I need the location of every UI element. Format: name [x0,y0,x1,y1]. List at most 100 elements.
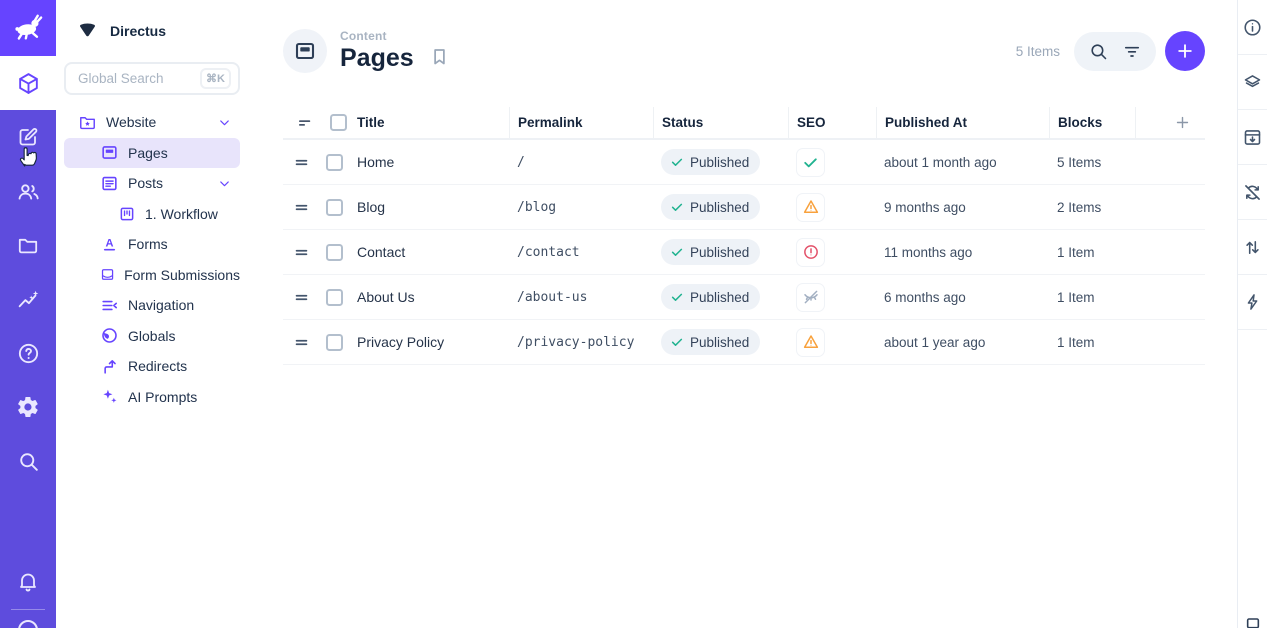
sidebar-layers-button[interactable] [1238,55,1267,110]
module-help[interactable] [0,326,56,380]
nav-item-pages[interactable]: Pages [64,138,240,169]
drag-handle[interactable] [283,334,319,351]
sidebar-archive-button[interactable] [1238,110,1267,165]
inbox-icon [100,265,115,284]
row-checkbox[interactable] [326,334,343,351]
cell-seo [788,148,876,177]
directus-rabbit-icon [11,11,45,45]
sidebar-toggle-peek-icon[interactable] [1245,615,1261,628]
nav-item-globals[interactable]: Globals [64,321,240,352]
navigation-panel: Directus ⌘K Website [56,0,248,628]
nav-item-label: Pages [128,145,168,161]
cell-title: Home [349,154,509,170]
bookmark-button[interactable] [429,46,450,72]
chevron-down-icon[interactable] [217,176,232,191]
module-collections[interactable] [0,56,56,110]
select-all-checkbox[interactable] [330,114,347,131]
chevron-down-icon[interactable] [217,115,232,130]
sort-column-header[interactable] [283,107,319,138]
status-badge: Published [661,149,760,175]
plus-icon [1174,114,1191,131]
status-badge: Published [661,284,760,310]
module-files[interactable] [0,218,56,272]
cell-published-at: 6 months ago [876,290,1049,305]
module-settings[interactable] [0,380,56,434]
sidebar-flows-button[interactable] [1238,275,1267,330]
table-row[interactable]: Privacy Policy /privacy-policy Published… [283,320,1205,365]
sidebar-info-button[interactable] [1238,0,1267,55]
nav-item-forms[interactable]: A Forms [64,229,240,260]
seo-warning-icon[interactable] [796,193,825,222]
column-header-status[interactable]: Status [653,107,788,138]
module-users[interactable] [0,164,56,218]
cell-status: Published [653,149,788,175]
nav-item-navigation[interactable]: Navigation [64,290,240,321]
nav-item-ai-prompts[interactable]: AI Prompts [64,382,240,413]
bell-icon [16,569,40,593]
sidebar-import-export-button[interactable] [1238,220,1267,275]
bolt-icon [1243,292,1263,312]
check-icon [670,245,684,259]
status-label: Published [690,290,749,305]
right-sidebar [1237,0,1267,628]
column-header-title[interactable]: Title [349,107,509,138]
filter-button[interactable] [1122,41,1142,61]
project-header[interactable]: Directus [56,0,248,52]
sparkles-icon [100,387,119,406]
add-column-button[interactable] [1135,107,1205,138]
seo-warning-icon[interactable] [796,328,825,357]
drag-handle[interactable] [283,289,319,306]
page-header: Content Pages 5 Items [283,0,1237,73]
globe-icon [100,326,119,345]
seo-check-icon[interactable] [796,148,825,177]
nav-item-redirects[interactable]: Redirects [64,351,240,382]
module-search[interactable] [0,434,56,488]
global-search[interactable]: ⌘K [64,62,240,95]
column-header-seo[interactable]: SEO [788,107,876,138]
cell-published-at: 9 months ago [876,200,1049,215]
column-header-permalink[interactable]: Permalink [509,107,653,138]
folder-star-icon [78,113,97,132]
row-checkbox[interactable] [326,154,343,171]
notifications-button[interactable] [0,557,56,605]
nav-item-label: Navigation [128,297,194,313]
sidebar-sync-disabled-button[interactable] [1238,165,1267,220]
gear-icon [16,395,40,419]
drag-handle[interactable] [283,154,319,171]
module-insights[interactable] [0,272,56,326]
drag-handle-icon [293,289,310,306]
table-row[interactable]: Contact /contact Published 11 months ago… [283,230,1205,275]
sync-disabled-icon [1242,182,1263,203]
search-button[interactable] [1088,41,1109,62]
column-header-blocks[interactable]: Blocks [1049,107,1135,138]
account-icon[interactable] [18,620,38,628]
table-row[interactable]: About Us /about-us Published [283,275,1205,320]
column-header-published-at[interactable]: Published At [876,107,1049,138]
module-content[interactable] [0,110,56,164]
nav-item-posts[interactable]: Posts [64,168,240,199]
collection-nav-list: Website Pages Posts [56,107,248,412]
row-checkbox[interactable] [326,289,343,306]
directus-logo[interactable] [0,0,56,56]
status-label: Published [690,245,749,260]
plus-icon [1175,41,1195,61]
nav-item-workflow[interactable]: 1. Workflow [64,199,240,230]
main-content: Content Pages 5 Items [248,0,1237,628]
global-search-input[interactable] [78,71,200,86]
drag-handle[interactable] [283,199,319,216]
row-checkbox[interactable] [326,199,343,216]
add-item-button[interactable] [1165,31,1205,71]
cell-blocks: 1 Item [1049,335,1135,350]
cell-seo [788,193,876,222]
drag-handle[interactable] [283,244,319,261]
status-label: Published [690,335,749,350]
nav-item-website[interactable]: Website [64,107,240,138]
row-checkbox[interactable] [326,244,343,261]
seo-error-icon[interactable] [796,238,825,267]
cell-permalink: /privacy-policy [509,335,653,350]
table-row[interactable]: Blog /blog Published 9 months ago 2 Item… [283,185,1205,230]
seo-hidden-icon[interactable] [796,283,825,312]
nav-item-form-submissions[interactable]: Form Submissions [64,260,240,291]
table-row[interactable]: Home / Published about 1 month ago 5 Ite… [283,140,1205,185]
nav-item-label: Forms [128,236,168,252]
